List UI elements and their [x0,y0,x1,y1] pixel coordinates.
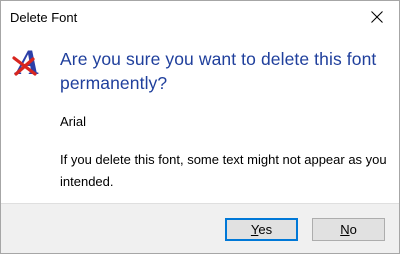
warning-message: If you delete this font, some text might… [60,152,387,189]
yes-label: es [258,222,273,237]
main-instruction: Are you sure you want to delete this fon… [60,49,377,93]
no-label: o [349,222,357,237]
delete-font-dialog: Delete Font A Are you sure you want to d… [0,0,400,254]
window-title: Delete Font [10,10,78,25]
no-button[interactable]: No [312,218,385,241]
font-icon: A [12,44,40,78]
dialog-content: A Are you sure you want to delete this f… [1,33,399,203]
no-mnemonic: N [340,222,350,237]
close-icon [371,11,383,23]
close-button[interactable] [355,1,399,33]
yes-button[interactable]: Yes [225,218,298,241]
title-bar[interactable]: Delete Font [1,1,399,33]
button-bar: Yes No [1,203,399,253]
font-name: Arial [60,114,87,129]
